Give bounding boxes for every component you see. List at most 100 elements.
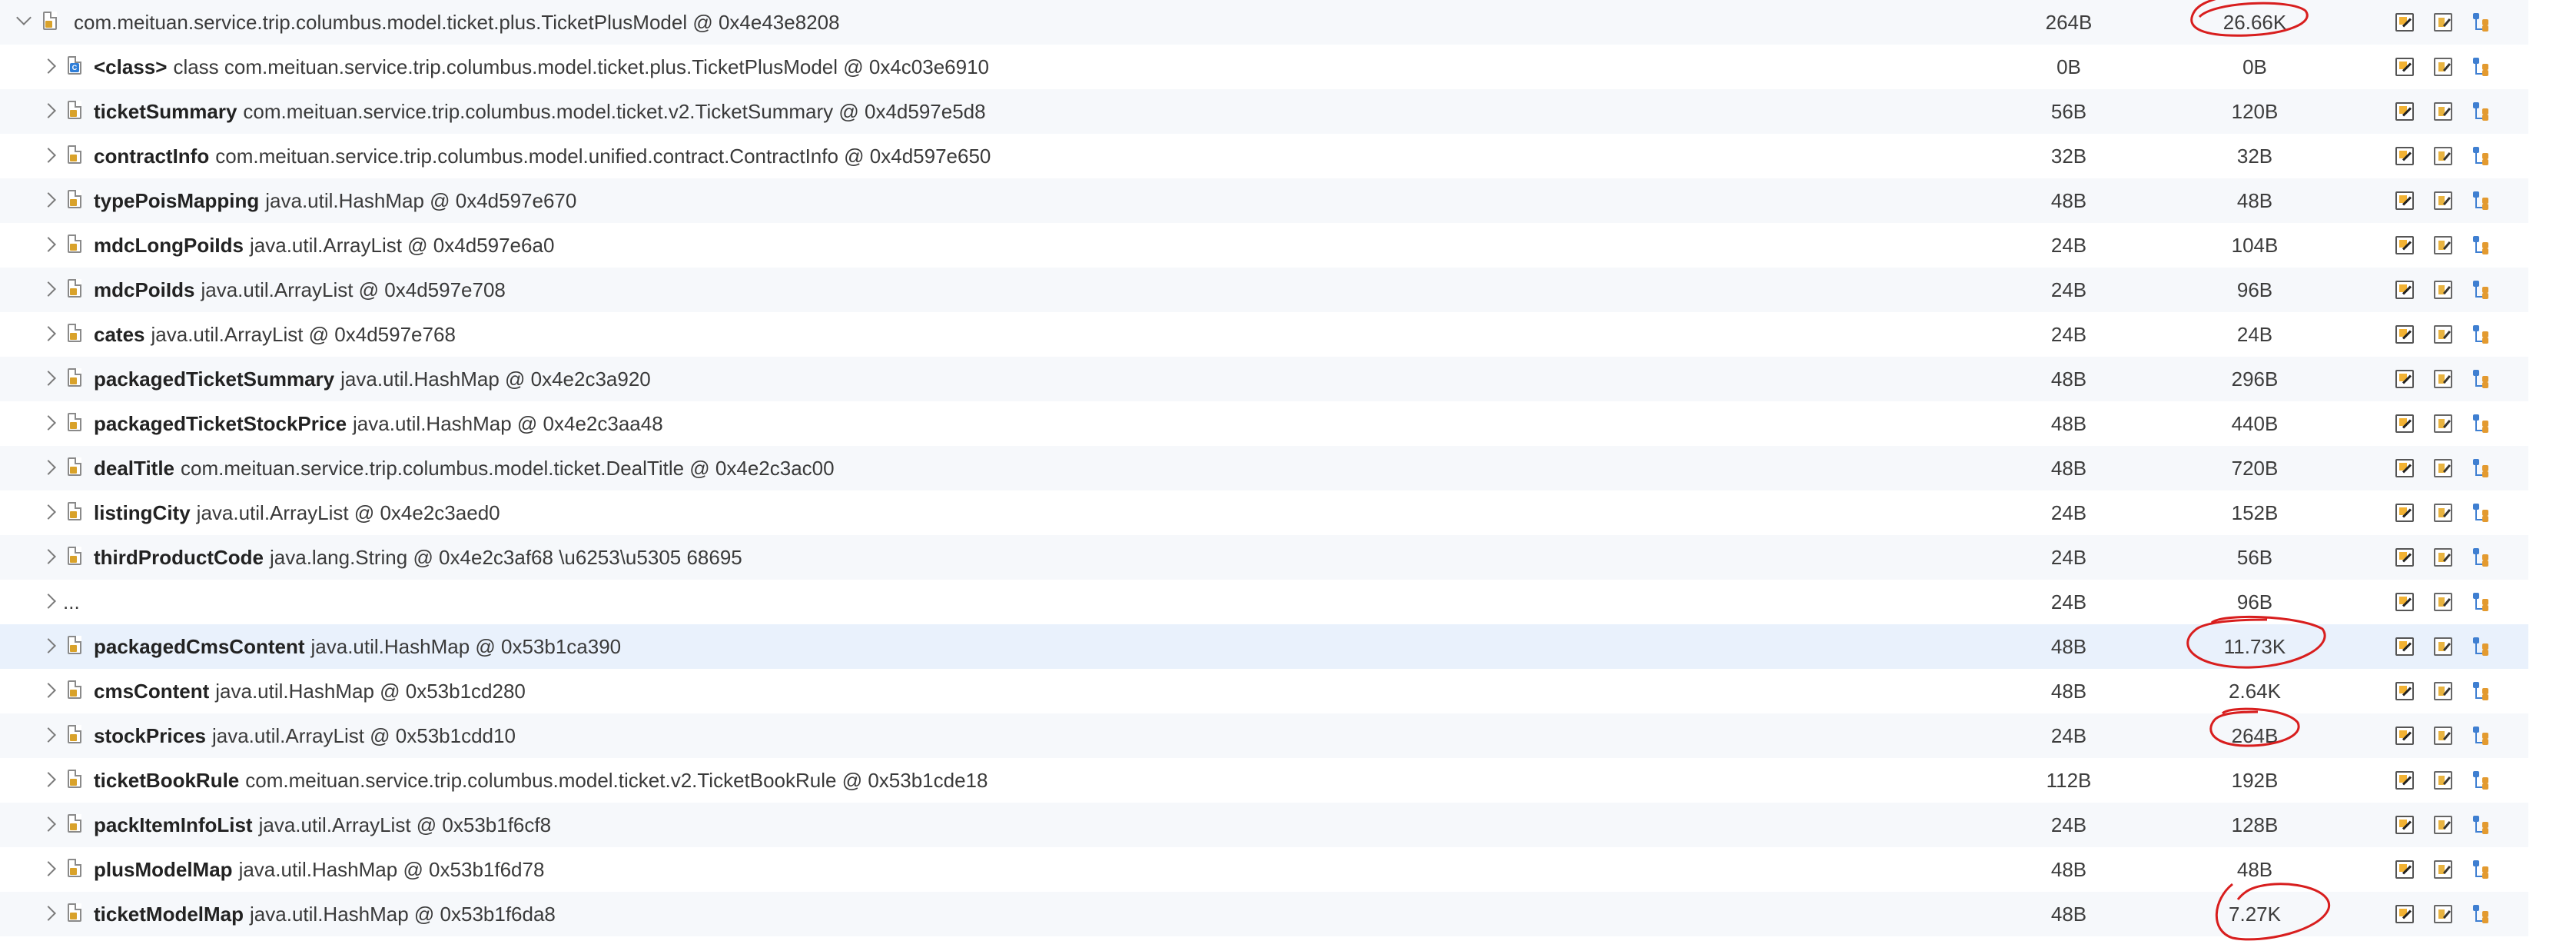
tree-icon[interactable] (2472, 905, 2491, 923)
tree-icon[interactable] (2472, 504, 2491, 522)
tree-row[interactable]: typePoisMapping java.util.HashMap @ 0x4d5… (0, 178, 2528, 223)
edit-icon[interactable] (2395, 13, 2414, 32)
tree-icon[interactable] (2472, 414, 2491, 433)
document-icon[interactable] (2434, 727, 2452, 745)
tree-row[interactable]: packagedTicketStockPrice java.util.HashMa… (0, 401, 2528, 446)
chevron-right-icon[interactable] (41, 237, 56, 252)
tree-icon[interactable] (2472, 816, 2491, 834)
tree-icon[interactable] (2472, 102, 2491, 121)
edit-icon[interactable] (2395, 504, 2414, 522)
tree-row[interactable]: dealTitle com.meituan.service.trip.columb… (0, 446, 2528, 490)
edit-icon[interactable] (2395, 593, 2414, 611)
edit-icon[interactable] (2395, 459, 2414, 477)
chevron-right-icon[interactable] (41, 192, 56, 208)
tree-icon[interactable] (2472, 13, 2491, 32)
edit-icon[interactable] (2395, 236, 2414, 254)
chevron-right-icon[interactable] (41, 103, 56, 118)
document-icon[interactable] (2434, 860, 2452, 879)
chevron-right-icon[interactable] (41, 861, 56, 876)
tree-icon[interactable] (2472, 727, 2491, 745)
document-icon[interactable] (2434, 325, 2452, 344)
tree-icon[interactable] (2472, 459, 2491, 477)
tree-icon[interactable] (2472, 58, 2491, 76)
edit-icon[interactable] (2395, 548, 2414, 567)
document-icon[interactable] (2434, 236, 2452, 254)
chevron-right-icon[interactable] (41, 772, 56, 787)
edit-icon[interactable] (2395, 281, 2414, 299)
tree-row[interactable]: ticketModelMap java.util.HashMap @ 0x53b1… (0, 892, 2528, 936)
tree-row[interactable]: cates java.util.ArrayList @ 0x4d597e768 24… (0, 312, 2528, 357)
chevron-right-icon[interactable] (41, 638, 56, 653)
document-icon[interactable] (2434, 905, 2452, 923)
edit-icon[interactable] (2395, 727, 2414, 745)
document-icon[interactable] (2434, 593, 2452, 611)
tree-row[interactable]: packagedCmsContent java.util.HashMap @ 0x… (0, 624, 2528, 669)
edit-icon[interactable] (2395, 860, 2414, 879)
chevron-right-icon[interactable] (41, 148, 56, 163)
document-icon[interactable] (2434, 191, 2452, 210)
tree-icon[interactable] (2472, 637, 2491, 656)
document-icon[interactable] (2434, 370, 2452, 388)
tree-row[interactable]: packagedTicketSummary java.util.HashMap @… (0, 357, 2528, 401)
document-icon[interactable] (2434, 816, 2452, 834)
document-icon[interactable] (2434, 637, 2452, 656)
chevron-right-icon[interactable] (41, 504, 56, 520)
document-icon[interactable] (2434, 147, 2452, 165)
tree-row[interactable]: cmsContent java.util.HashMap @ 0x53b1cd28… (0, 669, 2528, 713)
tree-row[interactable]: listingCity java.util.ArrayList @ 0x4e2c3… (0, 490, 2528, 535)
chevron-right-icon[interactable] (41, 281, 56, 297)
document-icon[interactable] (2434, 102, 2452, 121)
chevron-right-icon[interactable] (41, 906, 56, 921)
chevron-right-icon[interactable] (41, 549, 56, 564)
tree-icon[interactable] (2472, 325, 2491, 344)
tree-icon[interactable] (2472, 682, 2491, 700)
edit-icon[interactable] (2395, 102, 2414, 121)
edit-icon[interactable] (2395, 816, 2414, 834)
tree-icon[interactable] (2472, 281, 2491, 299)
edit-icon[interactable] (2395, 370, 2414, 388)
edit-icon[interactable] (2395, 905, 2414, 923)
tree-row[interactable]: stockPrices java.util.ArrayList @ 0x53b1c… (0, 713, 2528, 758)
tree-row[interactable]: thirdProductCode java.lang.String @ 0x4e2… (0, 535, 2528, 580)
edit-icon[interactable] (2395, 637, 2414, 656)
chevron-right-icon[interactable] (41, 371, 56, 386)
tree-row[interactable]: plusModelMap java.util.HashMap @ 0x53b1f6… (0, 847, 2528, 892)
document-icon[interactable] (2434, 682, 2452, 700)
tree-row[interactable]: C <class> class com.meituan.service.trip.c… (0, 45, 2528, 89)
tree-row[interactable]: ticketSummary com.meituan.service.trip.co… (0, 89, 2528, 134)
edit-icon[interactable] (2395, 191, 2414, 210)
document-icon[interactable] (2434, 13, 2452, 32)
tree-icon[interactable] (2472, 147, 2491, 165)
edit-icon[interactable] (2395, 147, 2414, 165)
chevron-right-icon[interactable] (41, 58, 56, 74)
tree-icon[interactable] (2472, 548, 2491, 567)
tree-icon[interactable] (2472, 860, 2491, 879)
document-icon[interactable] (2434, 504, 2452, 522)
chevron-right-icon[interactable] (41, 415, 56, 431)
tree-icon[interactable] (2472, 191, 2491, 210)
document-icon[interactable] (2434, 414, 2452, 433)
chevron-right-icon[interactable] (41, 727, 56, 743)
edit-icon[interactable] (2395, 414, 2414, 433)
edit-icon[interactable] (2395, 325, 2414, 344)
edit-icon[interactable] (2395, 682, 2414, 700)
edit-icon[interactable] (2395, 771, 2414, 790)
chevron-right-icon[interactable] (41, 816, 56, 832)
chevron-right-icon[interactable] (41, 683, 56, 698)
tree-icon[interactable] (2472, 370, 2491, 388)
document-icon[interactable] (2434, 281, 2452, 299)
document-icon[interactable] (2434, 58, 2452, 76)
tree-row[interactable]: packItemInfoList java.util.ArrayList @ 0x… (0, 803, 2528, 847)
chevron-down-icon[interactable] (16, 10, 32, 25)
document-icon[interactable] (2434, 548, 2452, 567)
chevron-right-icon[interactable] (41, 460, 56, 475)
tree-row[interactable]: mdcLongPoiIds java.util.ArrayList @ 0x4d5… (0, 223, 2528, 268)
tree-icon[interactable] (2472, 593, 2491, 611)
tree-row[interactable]: ... 24B 96B (0, 580, 2528, 624)
tree-row-root[interactable]: com.meituan.service.trip.columbus.model.… (0, 0, 2528, 45)
tree-row[interactable]: mdcPoiIds java.util.ArrayList @ 0x4d597e7… (0, 268, 2528, 312)
tree-row[interactable]: ticketBookRule com.meituan.service.trip.c… (0, 758, 2528, 803)
tree-icon[interactable] (2472, 771, 2491, 790)
tree-row[interactable]: contractInfo com.meituan.service.trip.col… (0, 134, 2528, 178)
chevron-right-icon[interactable] (41, 594, 56, 609)
